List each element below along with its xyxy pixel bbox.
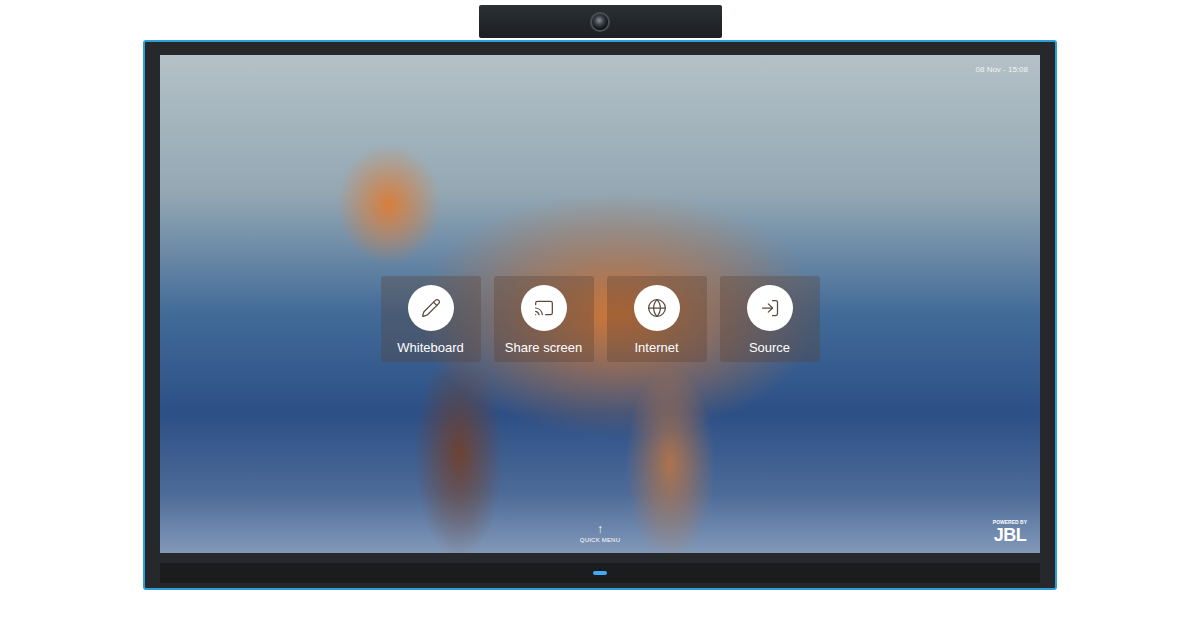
bottom-row: ↑ QUICK MENU POWERED BYJBL [160, 519, 1040, 553]
tile-label: Whiteboard [397, 340, 463, 356]
share-screen-tile[interactable]: Share screen [494, 276, 594, 363]
page: 08 Nov - 15:08 Whiteboard Share screen Inte… [0, 0, 1200, 630]
screen: 08 Nov - 15:08 Whiteboard Share screen Inte… [160, 55, 1040, 553]
icon-circle [521, 285, 567, 331]
brand-badge: POWERED BYJBL [993, 519, 1027, 544]
power-light-icon [593, 571, 607, 575]
arrow-up-icon: ↑ [597, 523, 603, 535]
camera-bar [479, 5, 722, 38]
clock: 08 Nov - 15:08 [976, 65, 1028, 79]
source-input-icon [760, 298, 780, 318]
tile-label: Source [749, 340, 790, 356]
tile-label: Internet [634, 340, 678, 356]
powered-by: POWERED BY [993, 519, 1027, 525]
jbl-logo: JBL [994, 526, 1027, 544]
main-menu: Whiteboard Share screen Internet Source [160, 79, 1040, 519]
whiteboard-tile[interactable]: Whiteboard [381, 276, 481, 363]
quick-menu-label: QUICK MENU [580, 537, 620, 544]
camera-lens-icon [590, 12, 610, 32]
icon-circle [634, 285, 680, 331]
icon-circle [408, 285, 454, 331]
pencil-icon [421, 298, 441, 318]
internet-tile[interactable]: Internet [607, 276, 707, 363]
source-tile[interactable]: Source [720, 276, 820, 363]
globe-icon [647, 298, 667, 318]
quick-menu-button[interactable]: ↑ QUICK MENU [580, 523, 620, 544]
tile-label: Share screen [505, 340, 582, 356]
icon-circle [747, 285, 793, 331]
top-row: 08 Nov - 15:08 [160, 55, 1040, 79]
bezel-chin [160, 553, 1040, 588]
cast-icon [534, 298, 554, 318]
display: 08 Nov - 15:08 Whiteboard Share screen Inte… [143, 40, 1057, 590]
chin-strip [160, 563, 1040, 583]
